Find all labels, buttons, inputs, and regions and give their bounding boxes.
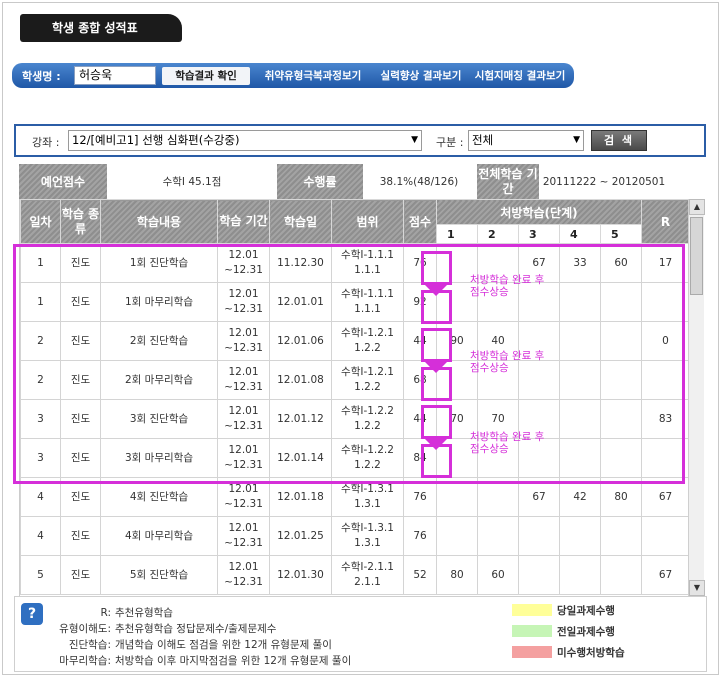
nav-bar: 학생명 : 허승욱 학습결과 확인 취약유형극복과정보기 실력향상 결과보기 시…	[12, 63, 574, 88]
header-content: 학습내용	[100, 199, 218, 244]
search-button[interactable]: 검 색	[591, 130, 647, 151]
legend-text: 추천유형학습	[115, 607, 173, 619]
annotation-note: 처방학습 완료 후 점수상승	[470, 431, 545, 455]
performance-rate-value: 38.1%(48/126)	[379, 175, 459, 188]
period-value: 20111222 ~ 20120501	[542, 175, 666, 188]
cell-s1	[436, 516, 478, 556]
cell-score: 52	[403, 555, 437, 595]
tab-weakness-overcome[interactable]: 취약유형극복과정보기	[256, 67, 370, 85]
scroll-up-icon[interactable]: ▲	[689, 199, 705, 215]
score-highlight-box	[421, 290, 452, 324]
legend-swatch-label: 당일과제수행	[557, 605, 615, 617]
scroll-thumb[interactable]	[690, 217, 703, 295]
score-highlight-box	[421, 405, 452, 439]
legend-swatch	[512, 625, 552, 637]
student-name-label: 학생명 :	[22, 70, 61, 83]
score-highlight-box	[421, 328, 452, 362]
course-select[interactable]: 12/[예비고1] 선행 심화편(수강중) ▼	[68, 130, 422, 151]
cell-s3	[518, 555, 560, 595]
cell-type: 진도	[60, 516, 101, 556]
legend-swatch	[512, 646, 552, 658]
tab-exam-matching[interactable]: 시험지매칭 결과보기	[470, 67, 570, 85]
legend-panel: ? R: 추천유형학습 유형이해도: 추천유형학습 정답문제수/출제문제수 진단학습: 개…	[14, 596, 707, 672]
performance-rate-label: 수행률	[277, 164, 363, 199]
type-select-value: 전체	[472, 133, 494, 147]
header-stage-1: 1	[436, 224, 478, 244]
type-select[interactable]: 전체 ▼	[468, 130, 584, 151]
cell-s4	[559, 516, 601, 556]
table-scrollbar[interactable]: ▲ ▼	[688, 199, 705, 596]
cell-s2	[477, 516, 519, 556]
cell-s4	[559, 555, 601, 595]
header-r: R	[641, 199, 688, 244]
score-highlight-box	[421, 251, 452, 285]
tab-improvement-result[interactable]: 실력향상 결과보기	[376, 67, 466, 85]
table-row: 4 진도 4회 마무리학습 12.01 ~12.31 12.01.25 수학I-1.3.1…	[20, 516, 688, 556]
cell-s2: 60	[477, 555, 519, 595]
cell-date: 12.01.30	[269, 555, 332, 595]
student-name-field[interactable]: 허승욱	[74, 66, 156, 85]
cell-range: 수학I-1.3.1 1.3.1	[331, 516, 404, 556]
legend-key: 진단학습:	[68, 639, 111, 651]
cell-date: 12.01.25	[269, 516, 332, 556]
chevron-down-icon: ▼	[573, 135, 580, 145]
course-select-value: 12/[예비고1] 선행 심화편(수강중)	[72, 133, 240, 147]
cell-period: 12.01 ~12.31	[217, 516, 270, 556]
cell-day: 5	[20, 555, 61, 595]
cell-s1: 80	[436, 555, 478, 595]
cell-r	[641, 516, 688, 556]
header-score: 점수	[403, 199, 437, 244]
cell-type: 진도	[60, 555, 101, 595]
cell-content: 4회 마무리학습	[100, 516, 218, 556]
legend-key: 유형이해도:	[59, 623, 111, 635]
filter-bar: 강좌 : 12/[예비고1] 선행 심화편(수강중) ▼ 구분 : 전체 ▼ 검…	[14, 124, 706, 157]
type-label: 구분 :	[436, 136, 464, 149]
predicted-score-label: 예언점수	[19, 164, 107, 199]
cell-range: 수학I-2.1.1 2.1.1	[331, 555, 404, 595]
score-highlight-box	[421, 367, 452, 401]
score-highlight-box	[421, 444, 452, 478]
cell-content: 5회 진단학습	[100, 555, 218, 595]
legend-text: 추천유형학습 정답문제수/출제문제수	[115, 623, 277, 635]
legend-text: 처방학습 이후 마지막점검을 위한 12개 유형문제 풀이	[115, 655, 352, 667]
header-day: 일차	[20, 199, 61, 244]
course-label: 강좌 :	[32, 136, 60, 149]
header-prescription: 처방학습(단계)	[435, 199, 643, 225]
scroll-down-icon[interactable]: ▼	[689, 580, 705, 596]
legend-key: 마무리학습:	[59, 655, 111, 667]
annotation-note: 처방학습 완료 후 점수상승	[470, 274, 545, 298]
cell-day: 4	[20, 516, 61, 556]
legend-swatch-label: 전일과제수행	[557, 626, 615, 638]
legend-key: R:	[100, 607, 111, 619]
header-stage-2: 2	[477, 224, 519, 244]
predicted-score-value: 수학I 45.1점	[162, 176, 222, 188]
header-stage-4: 4	[559, 224, 601, 244]
chevron-down-icon: ▼	[411, 135, 418, 145]
highlight-frame	[13, 244, 685, 484]
header-stage-3: 3	[518, 224, 560, 244]
cell-s5	[599, 516, 643, 556]
header-range: 범위	[331, 199, 404, 244]
cell-s3	[518, 516, 560, 556]
header-stage-5: 5	[599, 224, 643, 244]
cell-score: 76	[403, 516, 437, 556]
summary-bar: 예언점수 수학I 45.1점 수행률 38.1%(48/126) 전체학습 기간…	[19, 164, 705, 199]
period-label: 전체학습 기간	[477, 164, 539, 199]
header-type: 학습 종류	[60, 199, 101, 244]
annotation-note: 처방학습 완료 후 점수상승	[470, 350, 545, 374]
tab-learning-result[interactable]: 학습결과 확인	[162, 67, 250, 85]
cell-r: 67	[641, 555, 688, 595]
legend-swatch	[512, 604, 552, 616]
cell-s5	[599, 555, 643, 595]
header-period: 학습 기간	[217, 199, 270, 244]
page-title: 학생 종합 성적표	[20, 14, 182, 42]
table-row: 5 진도 5회 진단학습 12.01 ~12.31 12.01.30 수학I-2.1.1 …	[20, 555, 688, 595]
header-date: 학습일	[269, 199, 332, 244]
cell-period: 12.01 ~12.31	[217, 555, 270, 595]
legend-swatch-label: 미수행처방학습	[557, 647, 625, 659]
legend-text: 개념학습 이해도 점검을 위한 12개 유형문제 풀이	[115, 639, 332, 651]
